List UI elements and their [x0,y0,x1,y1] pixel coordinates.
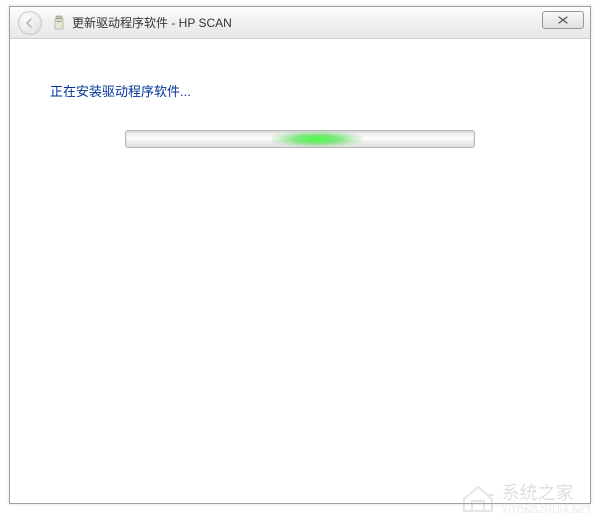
dialog-window: 更新驱动程序软件 - HP SCAN 正在安装驱动程序软件... [9,6,591,504]
watermark-subtext: XITONGZHIJIA.NET [502,505,592,515]
close-icon [557,15,569,25]
window-title: 更新驱动程序软件 - HP SCAN [72,14,232,31]
titlebar: 更新驱动程序软件 - HP SCAN [10,7,590,39]
close-button[interactable] [542,11,584,29]
back-arrow-icon [24,17,36,29]
device-icon [52,14,66,32]
status-text: 正在安装驱动程序软件... [50,81,550,100]
progress-indicator [272,131,362,147]
back-button[interactable] [18,11,42,35]
content-area: 正在安装驱动程序软件... [10,39,590,190]
progress-bar [125,130,475,148]
